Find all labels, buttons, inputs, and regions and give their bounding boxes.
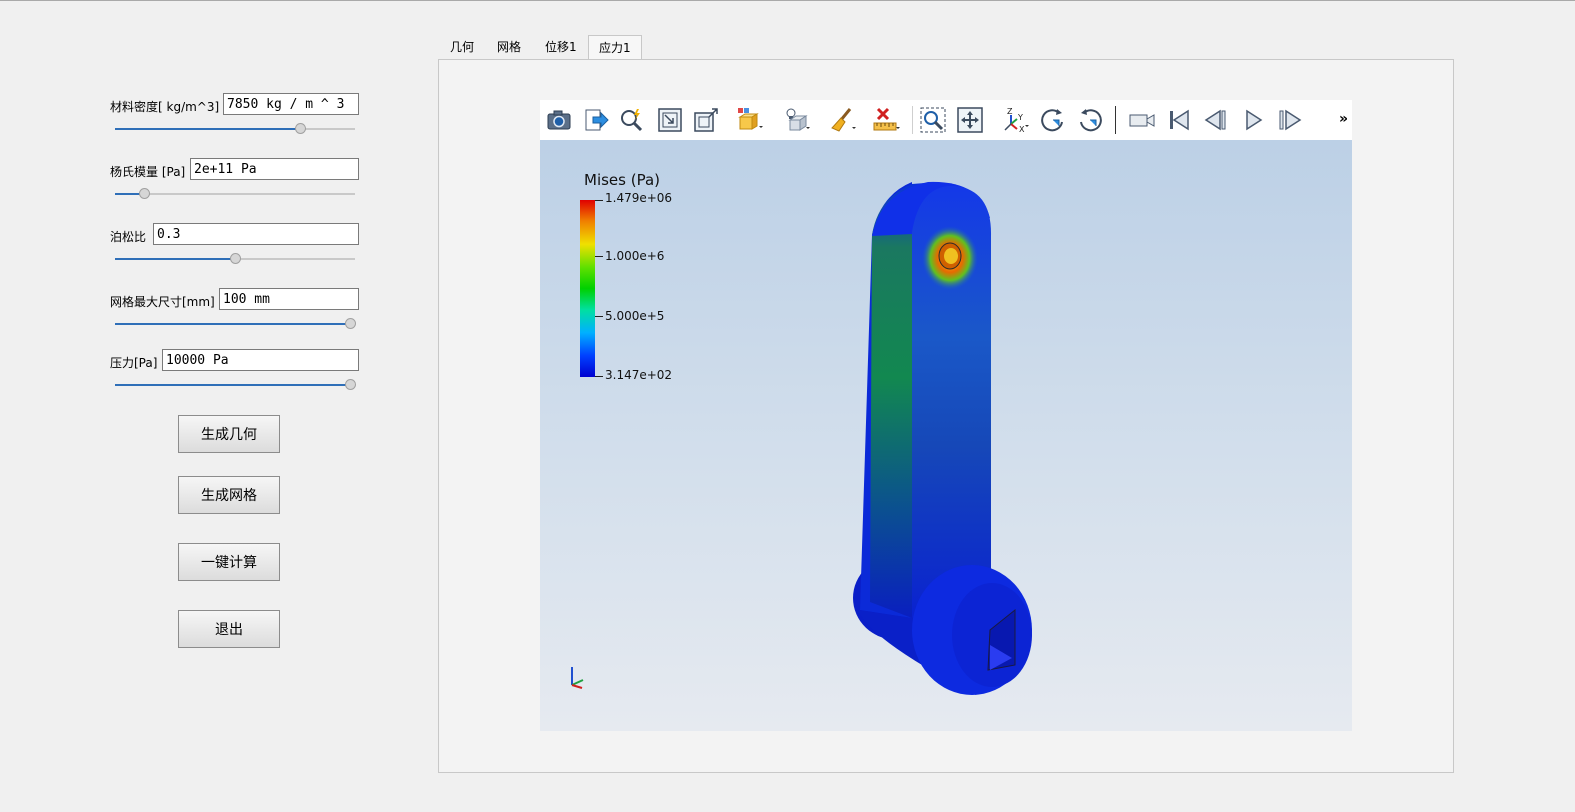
mesh-input[interactable] — [219, 288, 359, 310]
pressure-slider[interactable] — [115, 379, 357, 391]
play-icon[interactable] — [1237, 104, 1269, 136]
slider-handle[interactable] — [345, 318, 357, 329]
mesh-slider[interactable] — [115, 318, 357, 330]
toolbar-overflow-button[interactable]: » — [1339, 111, 1348, 127]
pan-icon[interactable] — [954, 104, 986, 136]
window-top-border — [0, 0, 1575, 1]
slider-fill — [115, 128, 300, 130]
slider-track — [115, 193, 355, 195]
slider-handle[interactable] — [345, 379, 357, 390]
density-input[interactable] — [223, 93, 359, 115]
tab-geometry[interactable]: 几何 — [440, 35, 484, 59]
rotate-ccw-icon[interactable] — [1074, 104, 1106, 136]
next-frame-icon[interactable] — [1274, 104, 1306, 136]
tab-displacement[interactable]: 位移1 — [535, 35, 587, 59]
interactive-select-icon[interactable] — [616, 104, 648, 136]
slider-handle[interactable] — [138, 188, 150, 199]
poisson-slider[interactable] — [115, 253, 355, 265]
youngs-label: 杨氏模量 [Pa] — [110, 165, 186, 179]
slider-fill — [115, 323, 351, 325]
youngs-input[interactable] — [190, 158, 359, 180]
generate-mesh-button[interactable]: 生成网格 — [178, 476, 280, 514]
light-bulb-icon[interactable] — [780, 104, 812, 136]
rotate-cw-icon[interactable] — [1037, 104, 1069, 136]
pressure-label: 压力[Pa] — [110, 356, 158, 370]
ruler-delete-icon[interactable] — [870, 104, 902, 136]
camera-icon[interactable] — [543, 104, 575, 136]
orientation-axes — [571, 667, 584, 689]
render-view[interactable]: Mises (Pa) 1.479e+06 1.000e+6 5.000e+5 3… — [540, 140, 1352, 731]
slider-handle[interactable] — [230, 253, 241, 264]
exit-button[interactable]: 退出 — [178, 610, 280, 648]
clear-brush-icon[interactable] — [826, 104, 858, 136]
generate-geometry-button[interactable]: 生成几何 — [178, 415, 280, 453]
axes-icon[interactable]: ZYX — [999, 104, 1031, 136]
tab-stress[interactable]: 应力1 — [588, 35, 642, 60]
toolbar-separator — [1115, 106, 1116, 134]
poisson-label: 泊松比 — [110, 230, 147, 244]
slider-fill — [115, 258, 235, 260]
density-slider[interactable] — [115, 123, 355, 135]
zoom-box-icon[interactable] — [917, 104, 949, 136]
stress-result-model — [571, 181, 1032, 695]
result-viewer: ZYX » Mises (Pa) 1.479e+06 1.000e+6 5.00… — [540, 100, 1352, 731]
mesh-label: 网格最大尺寸[mm] — [110, 295, 215, 309]
tab-mesh[interactable]: 网格 — [487, 35, 531, 59]
export-icon[interactable] — [580, 104, 612, 136]
zoom-fit-icon[interactable] — [690, 104, 722, 136]
toolbar-separator — [912, 106, 913, 134]
svg-text:Y: Y — [1017, 113, 1023, 122]
youngs-slider[interactable] — [115, 188, 355, 200]
camera-record-icon[interactable] — [1126, 104, 1158, 136]
pressure-input[interactable] — [162, 349, 359, 371]
poisson-input[interactable] — [153, 223, 359, 245]
density-label: 材料密度[ kg/m^3] — [110, 100, 220, 114]
compute-button[interactable]: 一键计算 — [178, 543, 280, 581]
svg-text:X: X — [1019, 125, 1025, 134]
svg-text:Z: Z — [1007, 107, 1013, 116]
prev-frame-icon[interactable] — [1200, 104, 1232, 136]
display-style-icon[interactable] — [733, 104, 765, 136]
first-frame-icon[interactable] — [1163, 104, 1195, 136]
slider-handle[interactable] — [294, 123, 306, 134]
viewer-toolbar: ZYX » — [540, 100, 1352, 140]
reset-zoom-icon[interactable] — [654, 104, 686, 136]
slider-fill — [115, 384, 351, 386]
